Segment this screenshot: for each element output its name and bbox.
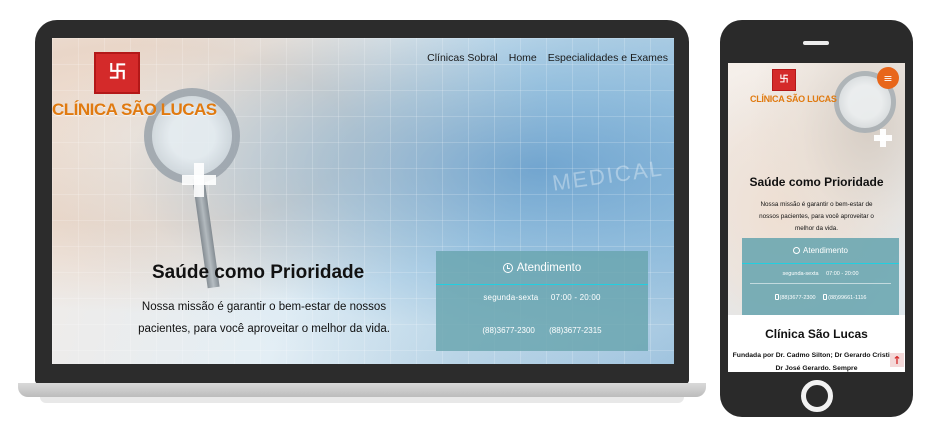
mobile-atendimento-title: Atendimento: [803, 246, 848, 255]
main-nav: Clínicas Sobral Home Especialidades e Ex…: [427, 52, 668, 64]
phone-icon: [774, 294, 779, 300]
mobile-hero-description: Nossa missão é garantir o bem-estar de n…: [759, 201, 874, 232]
atendimento-hours: segunda-sexta 07:00 - 20:00: [436, 293, 648, 302]
mobile-phone-number-1: (88)3677-2300: [779, 295, 816, 301]
hero-title: Saúde como Prioridade: [152, 262, 365, 283]
nav-item-especialidades-exames[interactable]: Especialidades e Exames: [548, 52, 668, 64]
mobile-screen: 卐 CLÍNICA SÃO LUCAS ≡ Saúde como Priorid…: [728, 63, 905, 372]
nav-item-clinicas-sobral[interactable]: Clínicas Sobral: [427, 52, 498, 64]
about-title: Clínica São Lucas: [765, 327, 868, 341]
mobile-atendimento-header: Atendimento: [742, 238, 899, 264]
mobile-phone-2[interactable]: (88)99661-1116: [823, 294, 867, 301]
menu-icon[interactable]: ≡: [877, 67, 899, 89]
laptop-base: [18, 383, 706, 397]
mobile-logo-icon[interactable]: 卐: [772, 69, 796, 91]
atendimento-title: Atendimento: [516, 261, 582, 274]
atendimento-panel: Atendimento segunda-sexta 07:00 - 20:00 …: [436, 251, 648, 351]
clock-icon: [502, 262, 513, 273]
mobile-atendimento-phones: (88)3677-2300 (88)99661-1116: [742, 294, 899, 301]
logo-text[interactable]: CLÍNICA SÃO LUCAS: [52, 100, 217, 120]
atendimento-days: segunda-sexta: [483, 293, 539, 302]
mobile-logo-glyph: 卐: [779, 74, 789, 85]
mobile-hero: 卐 CLÍNICA SÃO LUCAS ≡ Saúde como Priorid…: [728, 63, 905, 315]
arrow-up-icon[interactable]: ↑: [890, 353, 904, 367]
atendimento-time: 07:00 - 20:00: [550, 293, 601, 302]
mobile-medical-cross-icon: [874, 129, 892, 147]
phone-home-button: [801, 380, 833, 412]
laptop-base-shadow: [40, 397, 684, 403]
medical-cross-icon: [182, 163, 216, 197]
desktop-screen: MEDICAL 卐 CLÍNICA SÃO LUCAS Clínicas Sob…: [52, 38, 674, 364]
mobile-clock-icon: [793, 247, 801, 254]
atendimento-header: Atendimento: [436, 251, 648, 285]
mobile-atendimento-time: 07:00 - 20:00: [826, 271, 859, 277]
mobile-atendimento-hours: segunda-sexta 07:00 - 20:00: [742, 271, 899, 277]
mobile-atendimento-divider: [750, 283, 891, 284]
mobile-phone-1[interactable]: (88)3677-2300: [774, 294, 816, 301]
hero-description: Nossa missão é garantir o bem-estar de n…: [138, 301, 390, 335]
mobile-phone-number-2: (88)99661-1116: [828, 295, 867, 301]
mobile-atendimento-days: segunda-sexta: [782, 271, 819, 277]
mobile-logo-text[interactable]: CLÍNICA SÃO LUCAS: [750, 94, 837, 104]
phone-speaker: [803, 41, 829, 45]
logo-glyph: 卐: [108, 62, 127, 83]
mobile-atendimento-panel: Atendimento segunda-sexta 07:00 - 20:00 …: [742, 238, 899, 315]
logo-icon[interactable]: 卐: [94, 52, 140, 94]
phone-number-1[interactable]: (88)3677-2300: [482, 326, 534, 335]
phone-number-2[interactable]: (88)3677-2315: [549, 326, 601, 335]
atendimento-phones: (88)3677-2300 (88)3677-2315: [436, 326, 648, 335]
mobile-hero-title: Saúde como Prioridade: [749, 175, 884, 189]
about-text: Fundada por Dr. Cadmo Silton; Dr Gerardo…: [732, 352, 901, 372]
nav-item-home[interactable]: Home: [509, 52, 537, 64]
mobile-phone-icon: [823, 294, 828, 300]
